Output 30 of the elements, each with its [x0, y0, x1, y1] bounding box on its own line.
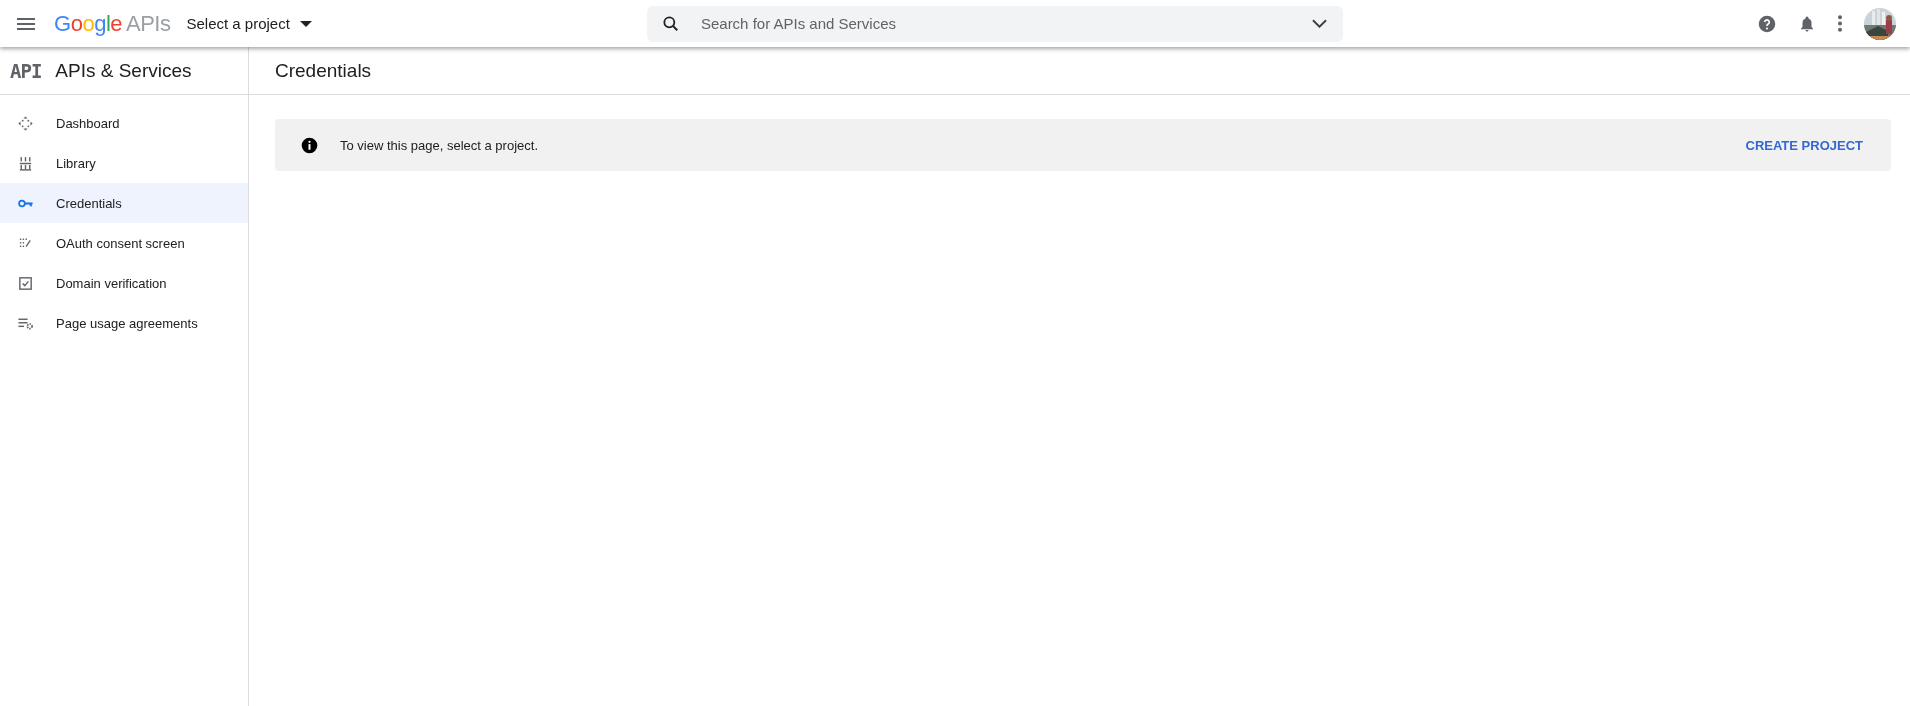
sidebar-item[interactable]: Credentials	[0, 183, 248, 223]
account-button[interactable]	[1864, 7, 1896, 40]
chevron-down-icon	[1311, 19, 1327, 28]
dropdown-caret-icon	[299, 20, 312, 27]
api-logo: API	[10, 59, 42, 82]
expand-button[interactable]	[1311, 19, 1327, 28]
notifications-button[interactable]	[1798, 14, 1816, 33]
create-project-button[interactable]: CREATE PROJECT	[1743, 131, 1865, 159]
section-title: APIs & Services	[55, 59, 192, 82]
search-icon	[660, 13, 681, 34]
dashboard-icon	[17, 114, 34, 132]
checkbox-icon	[17, 274, 34, 292]
sidebar-item[interactable]: Library	[0, 143, 248, 183]
library-icon	[17, 154, 34, 172]
sidebar-item[interactable]: Page usage agreements	[0, 303, 248, 343]
more-options-button[interactable]	[1838, 15, 1842, 32]
project-picker[interactable]: Select a project	[186, 15, 312, 32]
bell-icon	[1798, 14, 1816, 33]
google-apis-logo[interactable]: Google APIs	[54, 10, 171, 37]
help-icon	[1758, 14, 1776, 33]
more-vert-icon	[1838, 15, 1842, 32]
info-icon	[301, 136, 318, 154]
search-bar[interactable]: Search for APIs and Services	[646, 5, 1343, 42]
sidebar-item[interactable]: Dashboard	[0, 103, 248, 143]
sidebar-item[interactable]: Domain verification	[0, 263, 248, 303]
help-button[interactable]	[1758, 14, 1776, 33]
sidebar-item[interactable]: OAuth consent screen	[0, 223, 248, 263]
notice-message: To view this page, select a project.	[340, 137, 539, 153]
page-title: Credentials	[275, 59, 372, 82]
search-field[interactable]: Search for APIs and Services	[698, 14, 1294, 33]
